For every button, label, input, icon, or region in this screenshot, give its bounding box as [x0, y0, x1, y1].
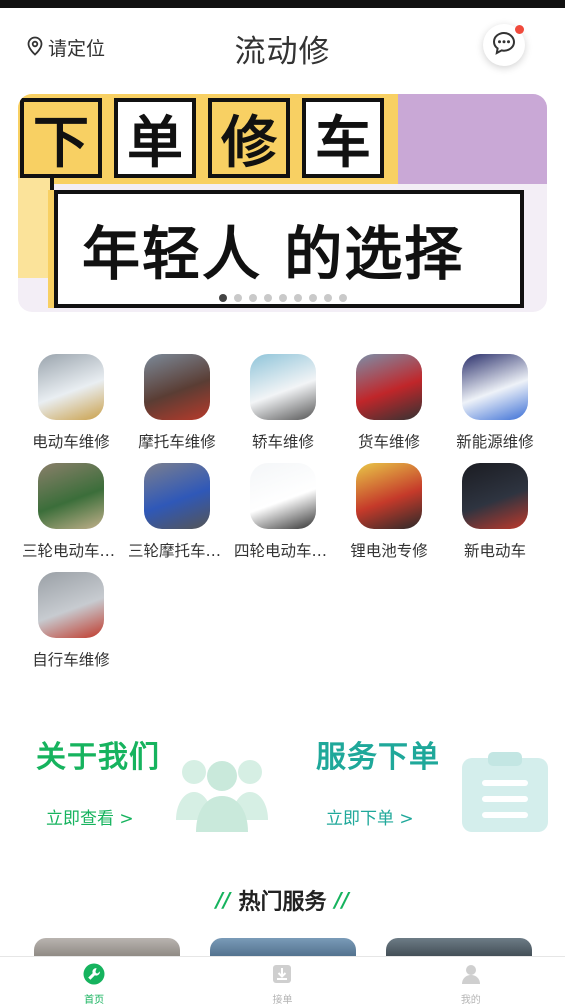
category-item[interactable]: 货车维修 — [336, 352, 442, 452]
category-label: 轿车维修 — [251, 433, 314, 451]
header: 请定位 流动修 — [0, 8, 565, 86]
category-label: 新电动车 — [463, 542, 526, 560]
category-label: 三轮电动车维修 — [22, 542, 124, 560]
hot-service-card[interactable] — [210, 938, 356, 958]
hot-service-card[interactable] — [34, 938, 180, 958]
page-title: 流动修 — [234, 34, 331, 70]
category-label: 自行车维修 — [32, 651, 110, 669]
bottom-tab-bar: 首页 接单 我的 — [0, 956, 565, 1004]
unread-badge — [515, 25, 524, 34]
category-item[interactable]: 锂电池专修 — [336, 461, 442, 561]
banner-main-box: 年轻人 的选择 — [54, 190, 524, 308]
category-item[interactable]: 三轮摩托车维修 — [124, 461, 230, 561]
tab-mine[interactable]: 我的 — [377, 957, 565, 1004]
message-button[interactable] — [483, 24, 525, 66]
tab-mine-label: 我的 — [460, 995, 481, 1004]
view-now-link[interactable]: 立即查看 > — [46, 804, 134, 829]
banner-left-bar — [18, 178, 54, 278]
carousel-dot[interactable] — [263, 294, 272, 302]
carousel-dot[interactable] — [248, 294, 257, 302]
banner-char-4: 车 — [302, 98, 384, 178]
service-order-card[interactable]: 服务下单 立即下单 > — [298, 720, 565, 840]
category-item[interactable]: 四轮电动车维修 — [230, 461, 336, 561]
people-icon — [174, 750, 270, 836]
banner-main-text: 年轻人 的选择 — [82, 220, 465, 288]
category-label: 三轮摩托车维修 — [128, 542, 230, 560]
electric-tricycle-photo — [38, 463, 104, 529]
hot-services-heading: // 热门服务 // — [0, 884, 565, 916]
about-us-title: 关于我们 — [36, 740, 160, 775]
banner-purple-block — [398, 94, 547, 184]
promo-banner[interactable]: 下 单 修 车 年轻人 的选择 — [18, 94, 547, 312]
category-label: 新能源维修 — [456, 433, 534, 451]
tab-home-label: 首页 — [84, 995, 105, 1004]
status-bar — [0, 0, 565, 8]
carousel-dot[interactable] — [233, 294, 242, 302]
slash-deco-icon: // — [334, 888, 350, 912]
banner-char-1: 下 — [20, 98, 102, 178]
motorcycle-photo — [144, 354, 210, 420]
carousel-dot[interactable] — [278, 294, 287, 302]
truck-photo — [356, 354, 422, 420]
battery-photo — [356, 463, 422, 529]
mini-ev-photo — [250, 463, 316, 529]
category-label: 锂电池专修 — [350, 542, 428, 560]
tab-orders[interactable]: 接单 — [188, 957, 376, 1004]
motor-tricycle-photo — [144, 463, 210, 529]
clipboard-icon — [460, 750, 550, 836]
category-label: 电动车维修 — [32, 433, 110, 451]
carousel-dot[interactable] — [218, 294, 227, 302]
service-order-title: 服务下单 — [316, 740, 440, 775]
category-item[interactable]: 新电动车 — [442, 461, 548, 561]
user-icon — [460, 963, 482, 989]
electric-scooter-photo — [38, 354, 104, 420]
category-item[interactable]: 轿车维修 — [230, 352, 336, 452]
carousel-dot[interactable] — [338, 294, 347, 302]
about-us-card[interactable]: 关于我们 立即查看 > — [18, 720, 288, 840]
chat-bubble-icon — [491, 30, 517, 60]
category-item[interactable]: 摩托车维修 — [124, 352, 230, 452]
tab-home[interactable]: 首页 — [0, 957, 188, 1004]
category-label: 摩托车维修 — [138, 433, 216, 451]
category-item[interactable]: 自行车维修 — [18, 570, 124, 670]
category-label: 四轮电动车维修 — [234, 542, 336, 560]
hot-services-list — [0, 938, 565, 958]
category-item[interactable]: 电动车维修 — [18, 352, 124, 452]
banner-char-3: 修 — [208, 98, 290, 178]
sedan-photo — [250, 354, 316, 420]
hot-services-title: 热门服务 — [238, 890, 327, 915]
banner-char-2: 单 — [114, 98, 196, 178]
slash-deco-icon: // — [215, 888, 231, 912]
download-box-icon — [271, 963, 293, 989]
carousel-dot[interactable] — [323, 294, 332, 302]
home-wrench-icon — [83, 963, 105, 989]
bicycle-photo — [38, 572, 104, 638]
category-item[interactable]: 新能源维修 — [442, 352, 548, 452]
ev-shop-photo — [462, 463, 528, 529]
category-item[interactable]: 三轮电动车维修 — [18, 461, 124, 561]
carousel-dot[interactable] — [308, 294, 317, 302]
hot-service-card[interactable] — [386, 938, 532, 958]
tab-orders-label: 接单 — [272, 995, 293, 1004]
carousel-dot[interactable] — [293, 294, 302, 302]
carousel-indicator — [18, 294, 547, 302]
category-label: 货车维修 — [357, 433, 420, 451]
order-now-link[interactable]: 立即下单 > — [326, 804, 414, 829]
ev-car-photo — [462, 354, 528, 420]
